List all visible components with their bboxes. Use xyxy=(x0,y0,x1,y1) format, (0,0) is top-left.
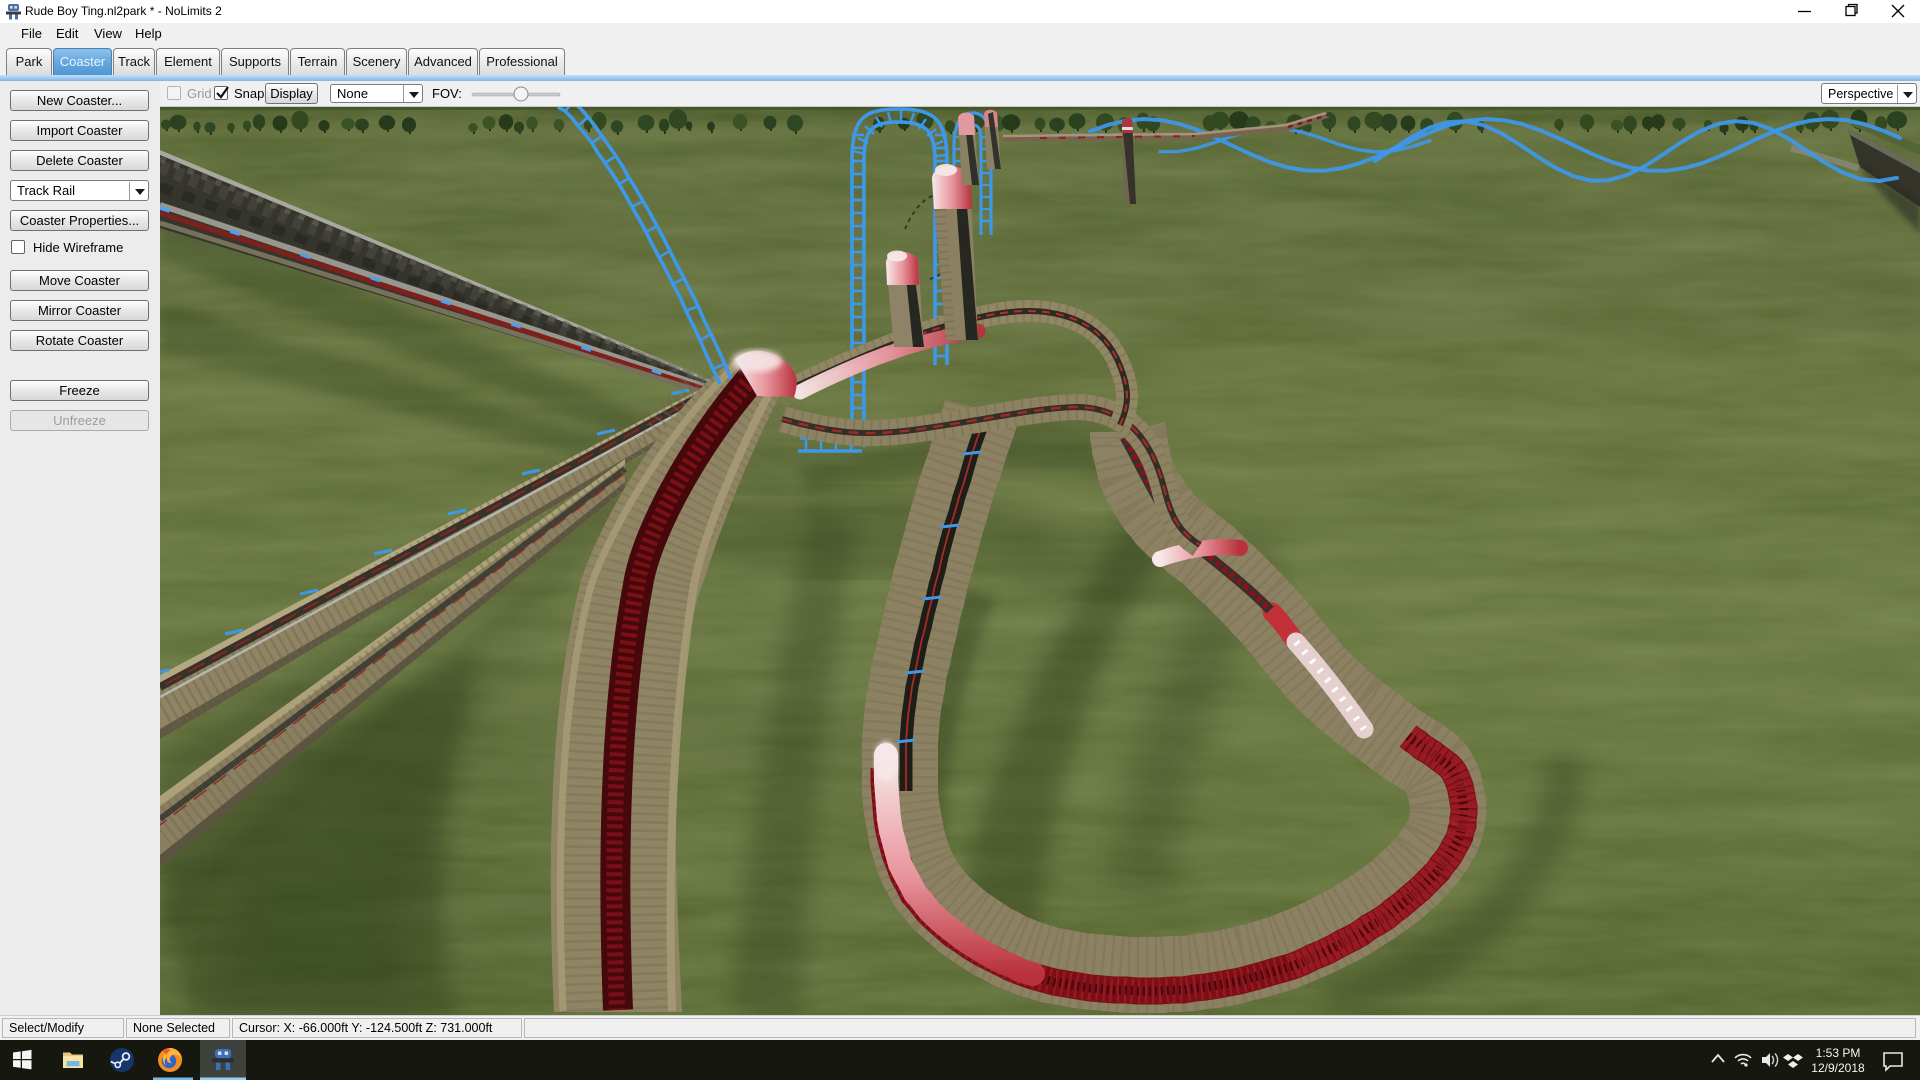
svg-text:1:53 PM: 1:53 PM xyxy=(1816,1046,1861,1060)
svg-text:12/9/2018: 12/9/2018 xyxy=(1811,1061,1865,1075)
